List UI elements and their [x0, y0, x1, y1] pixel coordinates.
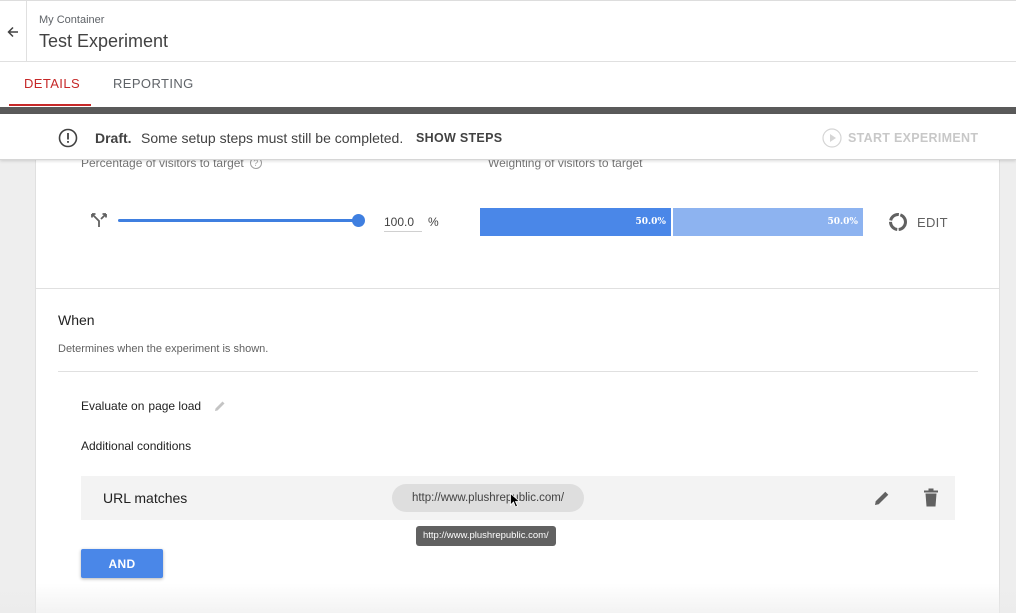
- container-name: My Container: [39, 14, 105, 26]
- alert-circle-icon: [58, 128, 78, 148]
- experiment-title: Test Experiment: [39, 31, 169, 51]
- draft-label: Draft.: [95, 130, 132, 146]
- app-header: My Container Test Experiment: [0, 0, 1016, 63]
- evaluate-on: Evaluate on page load: [81, 399, 227, 413]
- tab-reporting[interactable]: REPORTING: [113, 62, 194, 107]
- percentage-unit: %: [428, 215, 439, 229]
- section-divider: [36, 288, 999, 289]
- url-chip[interactable]: http://www.plushrepublic.com/: [392, 484, 584, 512]
- header-shadow-band: [0, 107, 1016, 114]
- edit-label: EDIT: [917, 214, 948, 230]
- tab-bar: DETAILS REPORTING: [0, 62, 1016, 107]
- weighting-bar: 50.0% 50.0%: [480, 208, 863, 236]
- when-section-description: Determines when the experiment is shown.: [58, 343, 269, 355]
- edit-condition-icon[interactable]: [873, 489, 891, 507]
- evaluate-prefix: Evaluate on: [81, 399, 145, 413]
- weight-segment-original: 50.0%: [480, 208, 671, 236]
- condition-label: URL matches: [103, 490, 188, 506]
- delete-condition-icon[interactable]: [923, 488, 939, 507]
- url-tooltip: http://www.plushrepublic.com/: [416, 526, 556, 546]
- draft-message: Some setup steps must still be completed…: [141, 130, 404, 146]
- pencil-icon[interactable]: [213, 399, 227, 413]
- call-split-icon: [91, 213, 107, 227]
- percentage-slider-track[interactable]: [118, 219, 358, 222]
- active-tab-indicator: [9, 104, 91, 106]
- when-divider: [58, 371, 978, 372]
- play-icon: [822, 128, 842, 148]
- weight-segment-variant: 50.0%: [673, 208, 863, 236]
- draft-status-bar: Draft. Some setup steps must still be co…: [0, 114, 1016, 160]
- percentage-input[interactable]: 100.0: [384, 215, 422, 232]
- start-experiment-button[interactable]: START EXPERIMENT: [822, 128, 978, 148]
- and-button[interactable]: AND: [81, 549, 163, 578]
- additional-conditions-label: Additional conditions: [81, 439, 192, 453]
- show-steps-button[interactable]: SHOW STEPS: [416, 131, 502, 145]
- arrow-back-icon: [7, 26, 18, 38]
- when-section-title: When: [58, 312, 95, 328]
- experiment-card: Percentage of visitors to target ? Weigh…: [35, 156, 1000, 613]
- edit-weighting-button[interactable]: EDIT: [888, 212, 948, 232]
- tab-details[interactable]: DETAILS: [24, 62, 80, 107]
- evaluate-value: page load: [148, 399, 202, 413]
- back-button[interactable]: [0, 1, 27, 63]
- start-experiment-label: START EXPERIMENT: [848, 131, 979, 145]
- donut-chart-icon: [889, 213, 907, 231]
- mouse-cursor-icon: [510, 493, 520, 508]
- percentage-slider-thumb[interactable]: [352, 214, 365, 227]
